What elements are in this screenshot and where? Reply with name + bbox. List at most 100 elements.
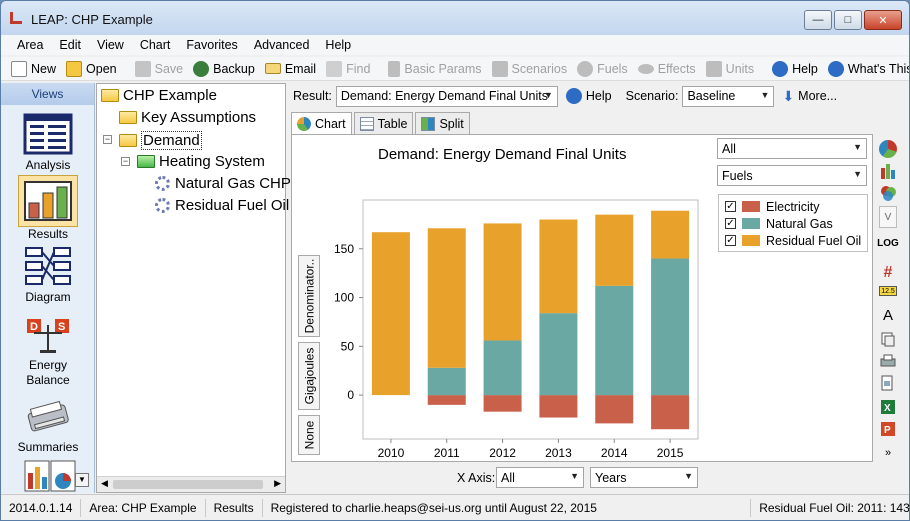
fuels-button[interactable]: Fuels [577, 60, 628, 77]
table-icon [359, 116, 374, 131]
units-button[interactable]: Units [705, 60, 754, 77]
window-title: LEAP: CHP Example [31, 12, 153, 27]
tree-node-demand[interactable]: Demand [119, 131, 202, 150]
result-select[interactable]: Demand: Energy Demand Final Units ▼ [335, 85, 558, 107]
more-views-button[interactable] [23, 459, 81, 493]
backup-button[interactable]: Backup [193, 60, 255, 77]
email-button[interactable]: Email [264, 62, 316, 76]
backup-label: Backup [213, 61, 255, 76]
menu-help[interactable]: Help [317, 38, 359, 52]
checkbox-icon[interactable]: ✓ [725, 201, 736, 212]
print-icon[interactable] [879, 352, 897, 370]
tree-node-key-assumptions[interactable]: Key Assumptions [119, 109, 256, 126]
new-button[interactable]: New [11, 60, 56, 77]
bar-electricity-2013[interactable] [539, 395, 578, 418]
effects-icon [637, 63, 654, 74]
bar-electricity-2015[interactable] [651, 395, 690, 430]
tree-node-residual-fuel-oil[interactable]: Residual Fuel Oil [155, 197, 289, 214]
save-button[interactable]: Save [134, 60, 183, 77]
scroll-left-icon[interactable]: ◀ [101, 478, 108, 489]
bar-residual-fuel-oil-2015[interactable] [651, 210, 690, 259]
x-axis-select[interactable]: All ▼ [496, 467, 584, 488]
scroll-right-icon[interactable]: ▶ [274, 478, 281, 489]
bar-residual-fuel-oil-2012[interactable] [483, 223, 522, 341]
bar-electricity-2012[interactable] [483, 395, 522, 412]
bar-chart-icon[interactable] [879, 162, 897, 180]
bar-natural-gas-2015[interactable] [651, 258, 690, 396]
maximize-button[interactable]: □ [834, 10, 862, 30]
view-summaries[interactable]: Summaries [1, 397, 95, 454]
help-button[interactable]: Help [772, 60, 818, 77]
minimize-button[interactable]: — [804, 10, 832, 30]
bar-natural-gas-2012[interactable] [483, 340, 522, 396]
view-results[interactable]: Results [1, 175, 95, 241]
status-registration: Registered to charlie.heaps@sei-us.org u… [263, 498, 752, 517]
scenario-select[interactable]: Baseline ▼ [682, 85, 775, 107]
tab-split[interactable]: Split [415, 112, 470, 134]
more-button[interactable]: ⬇ More... [782, 88, 837, 105]
menu-chart[interactable]: Chart [132, 38, 179, 52]
menu-view[interactable]: View [89, 38, 132, 52]
whats-this-button[interactable]: What's This? [827, 60, 909, 77]
bar-residual-fuel-oil-2010[interactable] [371, 232, 410, 396]
pie-chart-icon [297, 117, 311, 131]
grid-icon[interactable]: # [879, 264, 897, 282]
vertical-text-icon[interactable]: V [879, 206, 897, 228]
tree-node-natural-gas-chp[interactable]: Natural Gas CHP [155, 175, 291, 192]
branch-filter-select[interactable]: All ▼ [717, 138, 867, 159]
close-button[interactable]: ✕ [864, 10, 902, 30]
collapse-heating-icon[interactable]: − [121, 157, 130, 166]
effects-button[interactable]: Effects [637, 62, 696, 76]
copy-icon[interactable] [879, 330, 897, 348]
color-palette-icon[interactable] [879, 184, 897, 202]
pie-chart-icon[interactable] [879, 140, 897, 158]
none-tab[interactable]: None [298, 415, 320, 455]
excel-icon[interactable]: X [879, 398, 897, 416]
units-icon [705, 60, 722, 77]
powerpoint-icon[interactable]: P [879, 420, 897, 438]
bar-natural-gas-2014[interactable] [595, 285, 634, 396]
scenarios-button[interactable]: Scenarios [491, 60, 568, 77]
view-diagram[interactable]: Diagram [1, 245, 95, 304]
data-labels-icon[interactable]: 12.5 [879, 286, 897, 296]
find-button[interactable]: Find [326, 60, 370, 77]
tree-node-root[interactable]: CHP Example [101, 87, 217, 104]
bar-electricity-2014[interactable] [595, 395, 634, 424]
legend-item-residual-fuel-oil[interactable]: ✓ Residual Fuel Oil [719, 232, 867, 249]
menu-advanced[interactable]: Advanced [246, 38, 318, 52]
legend-item-natural-gas[interactable]: ✓ Natural Gas [719, 215, 867, 232]
tab-chart[interactable]: Chart [291, 112, 352, 135]
tree-node-heating-system[interactable]: Heating System [137, 153, 265, 170]
bar-residual-fuel-oil-2014[interactable] [595, 214, 634, 286]
export-image-icon[interactable] [879, 374, 897, 392]
bar-residual-fuel-oil-2011[interactable] [427, 228, 466, 368]
denominator-tab[interactable]: Denominator.. [298, 255, 320, 337]
bar-electricity-2011[interactable] [427, 395, 466, 405]
tab-table[interactable]: Table [353, 112, 414, 134]
basic-params-button[interactable]: Basic Params [388, 60, 482, 77]
more-tools-icon[interactable]: » [879, 444, 897, 462]
legend-item-electricity[interactable]: ✓ Electricity [719, 198, 867, 215]
result-help-button[interactable]: Help [565, 88, 612, 104]
checkbox-icon[interactable]: ✓ [725, 235, 736, 246]
bar-natural-gas-2011[interactable] [427, 367, 466, 396]
chevron-down-icon[interactable]: ▼ [75, 473, 89, 487]
view-energy-balance[interactable]: D S Energy Balance [1, 315, 95, 388]
tree-horizontal-scrollbar[interactable]: ◀ ▶ [97, 476, 285, 492]
bar-natural-gas-2013[interactable] [539, 313, 578, 396]
open-button[interactable]: Open [66, 60, 117, 77]
view-analysis[interactable]: Analysis [1, 113, 95, 172]
x-dimension-select[interactable]: Years ▼ [590, 467, 698, 488]
menu-edit[interactable]: Edit [51, 38, 89, 52]
bar-residual-fuel-oil-2013[interactable] [539, 219, 578, 314]
scroll-thumb[interactable] [113, 480, 263, 489]
legend-dimension-select[interactable]: Fuels ▼ [717, 165, 867, 186]
collapse-demand-icon[interactable]: − [103, 135, 112, 144]
font-icon[interactable]: A [879, 306, 897, 324]
scenarios-label: Scenarios [511, 61, 568, 76]
unit-tab[interactable]: Gigajoules [298, 342, 320, 410]
checkbox-icon[interactable]: ✓ [725, 218, 736, 229]
log-scale-icon[interactable]: LOG [877, 234, 899, 252]
menu-favorites[interactable]: Favorites [178, 38, 245, 52]
menu-area[interactable]: Area [9, 38, 51, 52]
